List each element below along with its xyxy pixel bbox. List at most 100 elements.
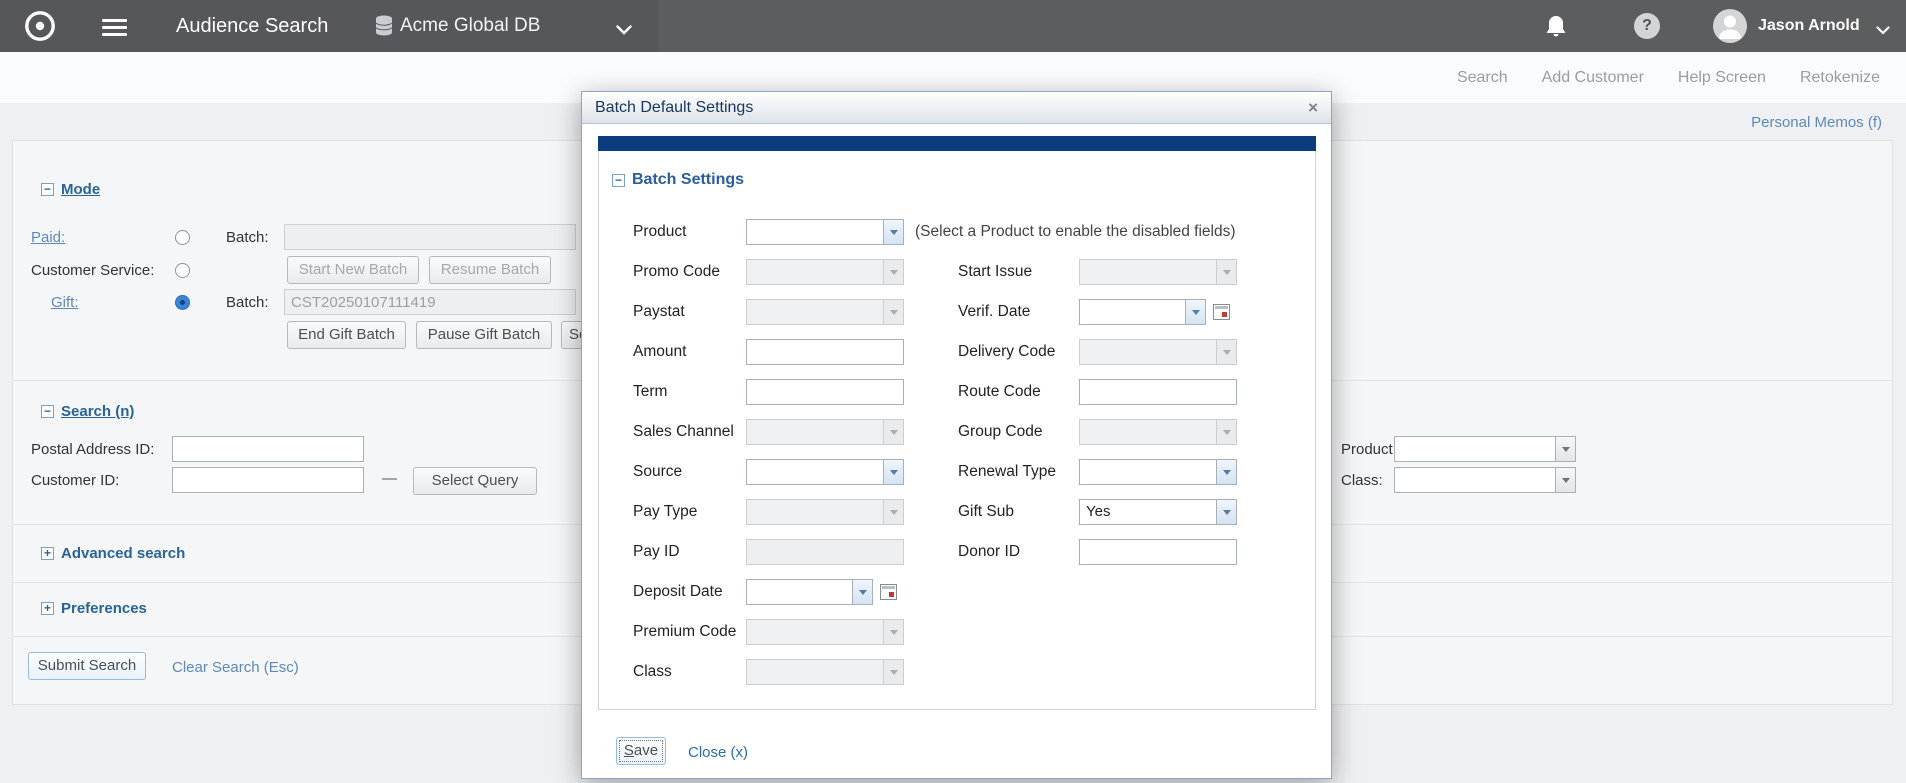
term-input[interactable] — [746, 379, 904, 405]
customer-id-label: Customer ID: — [31, 472, 119, 489]
customer-service-label: Customer Service: — [31, 262, 154, 279]
dropdown-arrow-icon[interactable] — [1216, 499, 1237, 525]
verif-date-select[interactable] — [1079, 299, 1206, 325]
dropdown-arrow-icon — [1216, 339, 1237, 365]
paid-radio[interactable] — [175, 230, 190, 245]
customer-id-input[interactable] — [172, 467, 364, 493]
paid-batch-label: Batch: — [226, 229, 269, 246]
amount-input[interactable] — [746, 339, 904, 365]
batch-settings-header[interactable]: − Batch Settings — [612, 171, 744, 189]
class-select — [746, 659, 904, 685]
dropdown-arrow-icon[interactable] — [1555, 436, 1576, 462]
expand-icon[interactable]: + — [41, 602, 54, 615]
product-select[interactable] — [1394, 436, 1576, 462]
product-hint: (Select a Product to enable the disabled… — [915, 223, 1236, 241]
route-code-label: Route Code — [958, 383, 1041, 401]
avatar[interactable] — [1712, 8, 1748, 49]
sales-channel-label: Sales Channel — [633, 423, 734, 441]
notifications-bell-icon[interactable] — [1545, 14, 1567, 43]
modal-close-link[interactable]: Close (x) — [688, 744, 748, 761]
renewal-type-select-value — [1079, 459, 1216, 485]
modal-title: Batch Default Settings — [595, 99, 753, 117]
gift-sub-select-value: Yes — [1079, 499, 1216, 525]
collapse-icon[interactable]: − — [612, 174, 625, 187]
renewal-type-select[interactable] — [1079, 459, 1237, 485]
link-retokenize[interactable]: Retokenize — [1800, 69, 1880, 87]
dropdown-arrow-icon[interactable] — [1185, 299, 1206, 325]
deposit-date-select[interactable] — [746, 579, 873, 605]
source-select[interactable] — [746, 459, 904, 485]
start-issue-label: Start Issue — [958, 263, 1032, 281]
clear-search-link[interactable]: Clear Search (Esc) — [172, 659, 299, 676]
range-dash: — — [382, 470, 397, 487]
product-select[interactable] — [746, 219, 904, 245]
help-icon[interactable]: ? — [1634, 13, 1660, 39]
premium-code-select-value — [746, 619, 883, 645]
source-label: Source — [633, 463, 682, 481]
customer-service-radio[interactable] — [175, 263, 190, 278]
postal-address-id-input[interactable] — [172, 436, 364, 462]
user-name[interactable]: Jason Arnold — [1758, 0, 1860, 52]
gift-sub-select[interactable]: Yes — [1079, 499, 1237, 525]
pause-gift-batch-button[interactable]: Pause Gift Batch — [416, 321, 552, 349]
preferences-header[interactable]: + Preferences — [41, 600, 147, 617]
submit-search-button[interactable]: Submit Search — [28, 652, 146, 680]
gift-sub-label: Gift Sub — [958, 503, 1014, 521]
batch-default-settings-modal: Batch Default Settings × − Batch Setting… — [581, 91, 1332, 779]
dropdown-arrow-icon[interactable] — [852, 579, 873, 605]
link-add-customer[interactable]: Add Customer — [1542, 69, 1644, 87]
search-section-header[interactable]: − Search (n) — [41, 403, 134, 420]
gift-radio[interactable] — [175, 295, 190, 310]
dropdown-arrow-icon — [1216, 259, 1237, 285]
product-select-value — [1394, 436, 1555, 462]
dropdown-arrow-icon[interactable] — [883, 219, 904, 245]
group-code-select — [1079, 419, 1237, 445]
premium-code-select — [746, 619, 904, 645]
dropdown-arrow-icon — [1216, 419, 1237, 445]
select-query-button[interactable]: Select Query — [413, 467, 537, 495]
verif-date-label: Verif. Date — [958, 303, 1030, 321]
product-label: Product — [633, 223, 686, 241]
expand-icon[interactable]: + — [41, 547, 54, 560]
dropdown-arrow-icon — [883, 419, 904, 445]
paid-label: Paid: — [31, 229, 65, 246]
postal-address-id-label: Postal Address ID: — [31, 441, 154, 458]
class-select[interactable] — [1394, 467, 1576, 493]
menu-icon[interactable] — [102, 15, 127, 40]
class-select-value — [746, 659, 883, 685]
class-select-value — [1394, 467, 1555, 493]
personal-memos-link[interactable]: Personal Memos (f) — [1751, 114, 1882, 131]
collapse-icon[interactable]: − — [41, 183, 54, 196]
mode-section-header[interactable]: − Mode — [41, 181, 100, 198]
navbar-left-segment — [0, 0, 658, 52]
donor-id-input[interactable] — [1079, 539, 1237, 565]
dropdown-arrow-icon[interactable] — [1216, 459, 1237, 485]
database-name[interactable]: Acme Global DB — [400, 0, 540, 52]
deposit-date-calendar-icon[interactable] — [880, 584, 897, 600]
donor-id-label: Donor ID — [958, 543, 1020, 561]
database-chevron-down-icon[interactable] — [616, 22, 632, 40]
dropdown-arrow-icon[interactable] — [1555, 467, 1576, 493]
user-menu-chevron-down-icon[interactable] — [1876, 22, 1890, 40]
app-logo-icon[interactable] — [23, 9, 57, 48]
top-navbar: Audience Search Acme Global DB ? Jason A… — [0, 0, 1906, 52]
modal-titlebar: Batch Default Settings × — [582, 92, 1331, 124]
mode-section-title: Mode — [61, 181, 100, 198]
route-code-input[interactable] — [1079, 379, 1237, 405]
group-code-select-value — [1079, 419, 1216, 445]
close-icon[interactable]: × — [1308, 99, 1318, 116]
app-title: Audience Search — [176, 0, 328, 52]
verif-date-calendar-icon[interactable] — [1213, 304, 1230, 320]
batch-settings-title: Batch Settings — [632, 171, 744, 189]
link-search[interactable]: Search — [1457, 69, 1508, 87]
collapse-icon[interactable]: − — [41, 405, 54, 418]
class-label: Class — [633, 663, 672, 681]
end-gift-batch-button[interactable]: End Gift Batch — [287, 321, 406, 349]
delivery-code-select — [1079, 339, 1237, 365]
dropdown-arrow-icon — [883, 499, 904, 525]
dropdown-arrow-icon — [883, 259, 904, 285]
save-button[interactable]: Save — [616, 737, 666, 765]
advanced-search-header[interactable]: + Advanced search — [41, 545, 185, 562]
dropdown-arrow-icon[interactable] — [883, 459, 904, 485]
link-help-screen[interactable]: Help Screen — [1678, 69, 1766, 87]
